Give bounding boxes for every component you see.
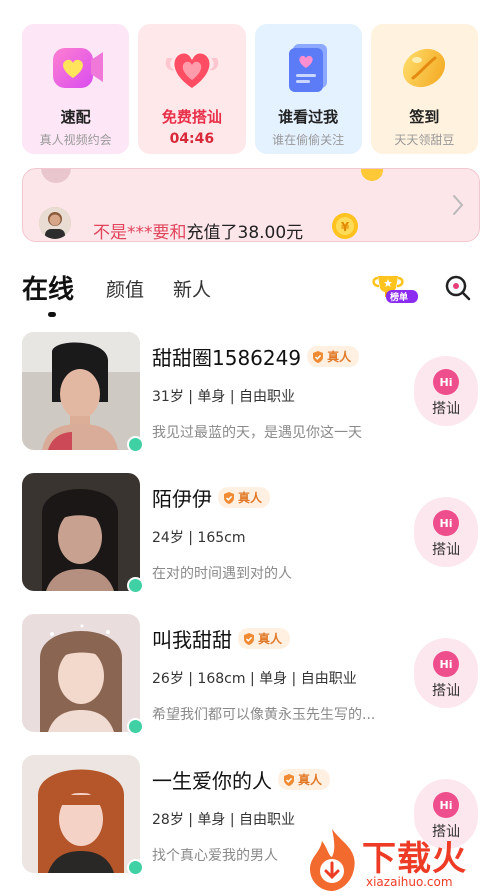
watermark: 下载火 xiazaihuo.com [300, 825, 500, 895]
online-indicator [127, 577, 144, 594]
verified-label: 真人 [298, 773, 323, 787]
flame-logo-icon [310, 829, 355, 891]
user-info: 26岁 | 168cm | 单身 | 自由职业 [152, 671, 357, 687]
user-name: 叫我甜甜 [152, 628, 232, 652]
list-item[interactable]: 叫我甜甜 真人 26岁 | 168cm | 单身 | 自由职业 希望我们都可以像… [22, 614, 478, 755]
feature-subtitle: 谁在偷偷关注 [272, 133, 345, 147]
user-bio: 希望我们都可以像黄永玉先生写的... [152, 707, 376, 723]
recharge-notice-banner[interactable]: 不是***要和充值了38.00元 ¥ [22, 168, 480, 242]
tab-online[interactable]: 在线 [22, 269, 74, 306]
svg-text:¥: ¥ [341, 220, 350, 234]
greet-button[interactable]: Hi 搭讪 [414, 497, 478, 567]
winged-heart-icon [165, 53, 219, 88]
feature-checkin[interactable]: 签到 天天领甜豆 [370, 24, 478, 154]
feature-free-chat[interactable]: 免费搭讪 04:46 [138, 24, 246, 154]
verified-label: 真人 [258, 632, 283, 646]
verified-badge: 真人 [238, 628, 291, 649]
feature-title: 签到 [409, 108, 440, 126]
user-photo[interactable] [22, 755, 140, 873]
feature-subtitle: 天天领甜豆 [394, 133, 455, 147]
feature-title: 谁看过我 [278, 108, 339, 126]
verified-badge: 真人 [307, 346, 360, 367]
feature-speed-match[interactable]: 速配 真人视频约会 [22, 24, 130, 154]
user-info: 24岁 | 165cm [152, 530, 246, 546]
user-bio: 我见过最蓝的天，是遇见你这一天 [152, 425, 362, 441]
active-tab-indicator [48, 312, 56, 317]
greet-label: 搭讪 [432, 542, 460, 558]
watermark-domain: xiazaihuo.com [366, 875, 453, 889]
video-heart-icon [52, 48, 103, 88]
user-bio: 找个真心爱我的男人 [152, 848, 278, 864]
greet-label: 搭讪 [432, 683, 460, 699]
greet-label: 搭讪 [432, 401, 460, 417]
greet-button[interactable]: Hi 搭讪 [414, 356, 478, 426]
verified-label: 真人 [238, 491, 263, 505]
notice-user: 不是***要和 [93, 223, 187, 242]
coin-icon: ¥ [332, 213, 358, 239]
filter-tabs: 在线 颜值 新人 榜单 [22, 269, 478, 317]
recharge-notice: 不是***要和充值了38.00元 [93, 218, 304, 242]
bean-icon [403, 48, 446, 88]
search-icon[interactable] [444, 274, 472, 302]
feature-title: 免费搭讪 [161, 108, 222, 126]
hi-text: Hi [440, 799, 453, 812]
feature-who-viewed-me[interactable]: 谁看过我 谁在偷偷关注 [254, 24, 362, 154]
greet-button[interactable]: Hi 搭讪 [414, 638, 478, 708]
hi-bubble-icon: Hi [433, 651, 459, 677]
list-item[interactable]: 甜甜圈1586249 真人 31岁 | 单身 | 自由职业 我见过最蓝的天，是遇… [22, 332, 478, 473]
hi-text: Hi [440, 517, 453, 530]
user-info: 31岁 | 单身 | 自由职业 [152, 389, 296, 405]
hi-text: Hi [440, 376, 453, 389]
online-indicator [127, 436, 144, 453]
online-indicator [127, 859, 144, 876]
user-photo[interactable] [22, 473, 140, 591]
verified-label: 真人 [327, 350, 352, 364]
notice-action: 充值了38.00元 [186, 223, 304, 242]
feature-cards: 速配 真人视频约会 免费搭讪 04:46 谁看过我 谁在偷偷关注 签到 天天领甜… [22, 24, 478, 154]
tab-newcomer[interactable]: 新人 [173, 275, 211, 302]
verified-shield-icon [224, 491, 234, 504]
verified-shield-icon [244, 632, 254, 645]
avatar [39, 207, 71, 239]
feature-title: 速配 [60, 108, 91, 126]
user-photo[interactable] [22, 614, 140, 732]
feature-countdown: 04:46 [169, 131, 215, 147]
verified-badge: 真人 [218, 487, 271, 508]
list-item[interactable]: 陌伊伊 真人 24岁 | 165cm 在对的时间遇到对的人 Hi 搭讪 [22, 473, 478, 614]
rank-label: 榜单 [390, 293, 409, 303]
tab-beauty[interactable]: 颜值 [106, 275, 144, 302]
hi-text: Hi [440, 658, 453, 671]
user-info: 28岁 | 单身 | 自由职业 [152, 812, 296, 828]
verified-badge: 真人 [278, 769, 331, 790]
user-list: 甜甜圈1586249 真人 31岁 | 单身 | 自由职业 我见过最蓝的天，是遇… [22, 332, 478, 896]
hi-bubble-icon: Hi [433, 510, 459, 536]
user-photo[interactable] [22, 332, 140, 450]
rank-button[interactable]: 榜单 [372, 272, 420, 304]
hi-bubble-icon: Hi [433, 792, 459, 818]
coin-icon [361, 169, 383, 181]
user-name: 陌伊伊 [152, 487, 212, 511]
user-name: 甜甜圈1586249 [152, 346, 302, 370]
watermark-brand: 下载火 [362, 839, 467, 879]
chevron-right-icon[interactable] [451, 193, 465, 217]
profile-card-icon [289, 44, 328, 92]
verified-shield-icon [313, 350, 324, 363]
online-indicator [127, 718, 144, 735]
verified-shield-icon [284, 773, 294, 786]
hi-bubble-icon: Hi [433, 369, 459, 395]
previous-avatar-partial [41, 169, 71, 183]
user-bio: 在对的时间遇到对的人 [152, 566, 292, 582]
feature-subtitle: 真人视频约会 [39, 133, 112, 147]
user-name: 一生爱你的人 [152, 769, 272, 793]
